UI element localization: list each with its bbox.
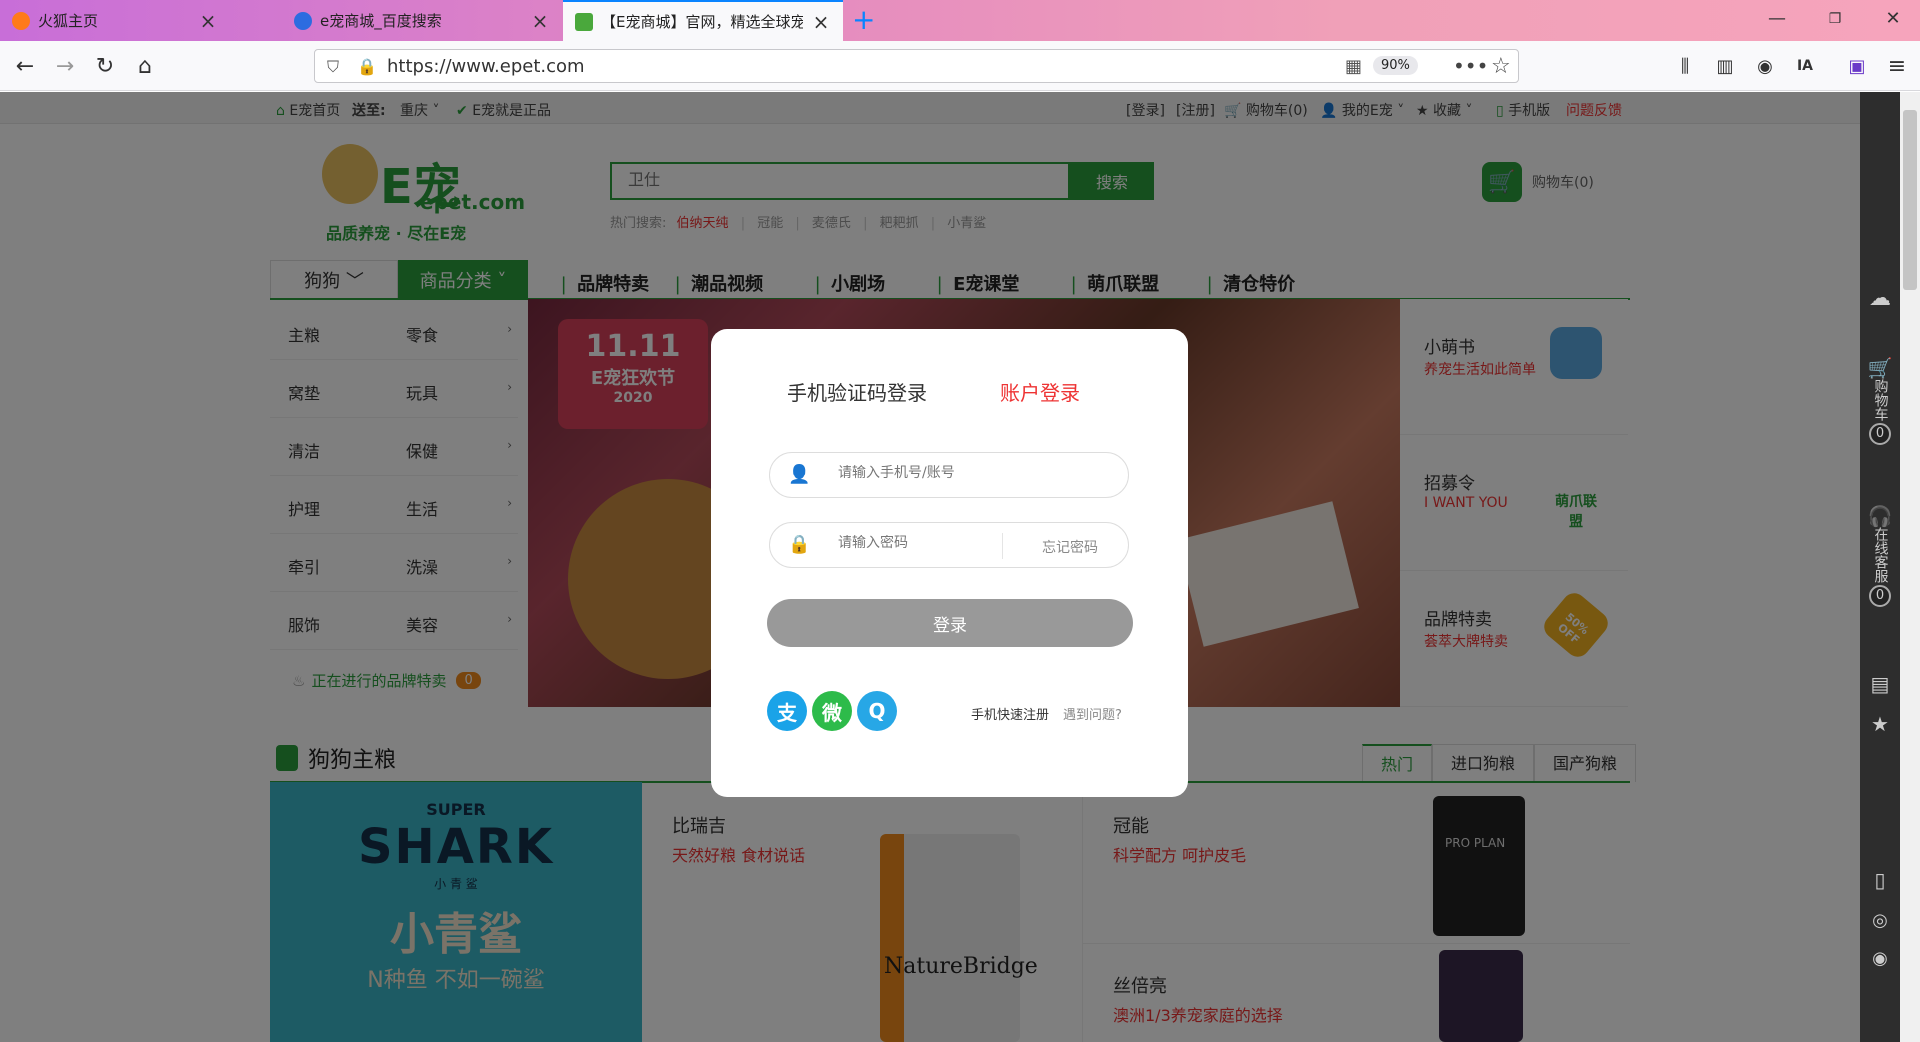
reader-ia-icon[interactable]: IA (1790, 51, 1820, 81)
quick-register-link[interactable]: 手机快速注册 (971, 704, 1049, 723)
minimize-icon[interactable]: — (1762, 8, 1792, 29)
browser-tab-bar: 火狐主页 × e宠商城_百度搜索 × 【E宠商城】官网，精选全球宠 × + — … (0, 0, 1920, 41)
field-divider (1002, 533, 1003, 559)
side-customer-service[interactable]: 🎧 在线客服 0 (1860, 504, 1900, 607)
qr-code-icon[interactable]: ▦ (1345, 56, 1362, 77)
login-button[interactable]: 登录 (767, 599, 1133, 647)
tab-epet[interactable]: 【E宠商城】官网，精选全球宠 × (563, 0, 843, 41)
hamburger-menu-icon[interactable]: ≡ (1882, 51, 1912, 81)
tab-title: 【E宠商城】官网，精选全球宠 (601, 13, 803, 31)
close-icon[interactable]: × (198, 9, 218, 33)
tab-title: 火狐主页 (38, 12, 99, 30)
password-input[interactable] (838, 535, 1038, 551)
epet-favicon-icon (575, 12, 593, 31)
cart-icon: 🛒 (1867, 356, 1893, 380)
more-actions-icon[interactable]: ••• (1453, 54, 1488, 78)
user-icon: 👤 (788, 464, 811, 485)
weibo-icon[interactable]: ◉ (1860, 948, 1900, 969)
library-icon[interactable]: ⫼ (1670, 51, 1700, 81)
cloud-icon[interactable]: ☁ (1860, 286, 1900, 311)
zoom-level-badge[interactable]: 90% (1373, 56, 1418, 75)
restore-icon[interactable]: ❐ (1820, 11, 1850, 27)
scrollbar-thumb[interactable] (1903, 110, 1917, 290)
baidu-paw-icon (294, 11, 312, 30)
tab-firefox-home[interactable]: 火狐主页 × (0, 0, 230, 41)
forgot-password-link[interactable]: 忘记密码 (1042, 537, 1098, 557)
username-field[interactable]: 👤 (769, 452, 1129, 498)
home-icon[interactable]: ⌂ (130, 51, 160, 81)
star-icon[interactable]: ★ (1860, 712, 1900, 736)
tab-title: e宠商城_百度搜索 (320, 12, 442, 30)
tab-baidu-search[interactable]: e宠商城_百度搜索 × (282, 0, 562, 41)
account-icon[interactable]: ◉ (1750, 51, 1780, 81)
firefox-icon (12, 11, 30, 30)
side-cart[interactable]: 🛒 购物车 0 (1860, 356, 1900, 445)
username-input[interactable] (838, 465, 1038, 481)
notes-icon[interactable]: ▤ (1860, 672, 1900, 696)
bookmark-star-icon[interactable]: ☆ (1491, 54, 1511, 79)
close-icon[interactable]: × (811, 10, 831, 34)
browser-nav-bar: ← → ↻ ⌂ ⛉ 🔒 https://www.epet.com ▦ 90% •… (0, 41, 1920, 91)
qq-icon[interactable]: Q (857, 691, 897, 731)
help-link[interactable]: 遇到问题? (1063, 704, 1122, 723)
wechat-icon[interactable]: 微 (812, 691, 852, 731)
window-close-icon[interactable]: ✕ (1878, 8, 1908, 29)
service-count-badge: 0 (1869, 585, 1891, 607)
alipay-icon[interactable]: 支 (767, 691, 807, 731)
page-content: ⌂ E宠首页 送至: 重庆 ˅ ✔ E宠就是正品 [登录] [注册] 🛒 购物车… (0, 92, 1860, 1042)
close-icon[interactable]: × (530, 9, 550, 33)
tab-account-login[interactable]: 账户登录 (1000, 377, 1080, 406)
password-field[interactable]: 🔒 忘记密码 (769, 522, 1129, 568)
url-bar[interactable]: ⛉ 🔒 https://www.epet.com ▦ 90% ••• ☆ (314, 49, 1519, 83)
forward-icon[interactable]: → (50, 51, 80, 81)
lock-icon[interactable]: 🔒 (357, 57, 377, 76)
cart-count-badge: 0 (1869, 423, 1891, 445)
headset-icon: 🎧 (1867, 504, 1893, 528)
mobile-icon[interactable]: ▯ (1860, 868, 1900, 892)
reload-icon[interactable]: ↻ (90, 51, 120, 81)
shield-icon[interactable]: ⛉ (327, 57, 339, 77)
wechat-icon[interactable]: ◎ (1860, 910, 1900, 931)
tab-phone-code-login[interactable]: 手机验证码登录 (787, 377, 927, 406)
url-text[interactable]: https://www.epet.com (387, 56, 585, 77)
back-icon[interactable]: ← (10, 51, 40, 81)
new-tab-button[interactable]: + (852, 6, 875, 34)
lock-icon: 🔒 (788, 534, 811, 555)
sidebar-toggle-icon[interactable]: ▥ (1710, 51, 1740, 81)
extensions-icon[interactable]: ▣ (1842, 51, 1872, 81)
login-modal: 手机验证码登录 账户登录 👤 🔒 忘记密码 登录 支 微 Q 手机快速注册 遇到… (711, 329, 1188, 797)
